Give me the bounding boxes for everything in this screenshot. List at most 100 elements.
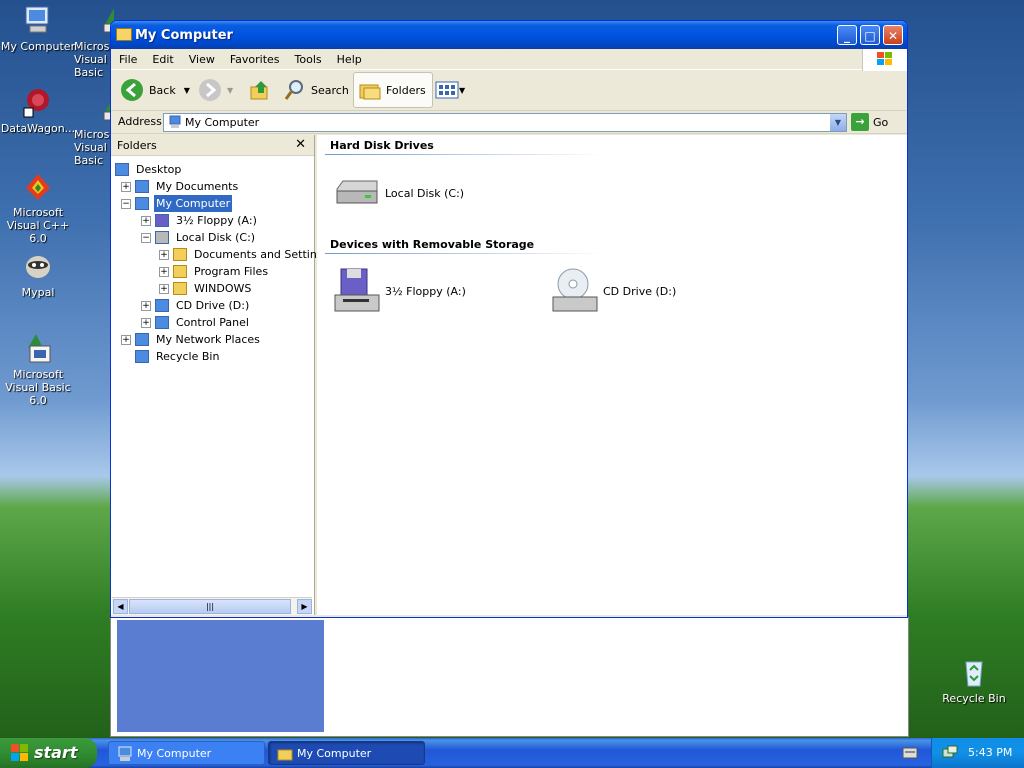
desktop-icon-vb-2[interactable]: Microsoft Visual Basic [74,92,114,167]
up-folder-button[interactable] [249,74,271,106]
title-bar[interactable]: My Computer _ □ ✕ [111,21,907,49]
datawagon-icon [22,86,54,118]
tree-item[interactable]: + Control Panel [111,314,314,331]
taskbar-button-my-computer-2[interactable]: My Computer [268,741,425,765]
scroll-right-button[interactable]: ▶ [297,599,312,614]
desktop-icon-label: Microsoft Visual Basic [74,128,114,167]
desktop-icon-label: Microsoft Visual Basic 6.0 [5,368,71,407]
horizontal-scrollbar[interactable]: ◀ ||| ▶ [112,597,312,615]
search-button[interactable]: Search [283,74,349,106]
tree-item[interactable]: + CD Drive (D:) [111,297,314,314]
views-button[interactable]: ▼ [435,74,465,106]
tree-item[interactable]: Desktop [111,161,314,178]
back-arrow-icon [121,79,143,101]
desktop-icon-datawagon[interactable]: DataWagon... [0,86,76,135]
clock[interactable]: 5:43 PM [968,738,1012,768]
tree-item[interactable]: − My Computer [111,195,314,212]
desktop-icon-mypal[interactable]: Mypal [0,250,76,299]
expand-icon[interactable]: + [159,250,169,260]
my-computer-icon [118,746,132,761]
section-title-removable: Devices with Removable Storage [330,238,535,251]
floppy-icon [155,214,169,227]
tree-item[interactable]: + Program Files [111,263,314,280]
tree-item-label: Desktop [136,163,182,176]
menu-file[interactable]: File [111,49,144,66]
start-button[interactable]: start [0,738,97,768]
close-pane-icon[interactable]: ✕ [295,137,306,152]
tree-item[interactable]: + My Documents [111,178,314,195]
menu-edit[interactable]: Edit [144,49,180,66]
drive-floppy-a[interactable]: 3½ Floppy (A:) [333,267,466,315]
folders-pane-header: Folders ✕ [111,135,314,156]
tree-item[interactable]: Recycle Bin [111,348,314,365]
forward-dropdown-icon[interactable]: ▼ [227,86,233,95]
collapse-icon[interactable]: − [141,233,151,243]
address-dropdown-button[interactable]: ▼ [830,114,846,131]
desktop-icon-vc[interactable]: Microsoft Visual C++ 6.0 [0,170,76,245]
menu-tools[interactable]: Tools [287,49,329,66]
desktop-icon-vb[interactable]: Microsoft Visual Basic [74,4,114,79]
folder-icon [277,749,293,761]
drive-label: 3½ Floppy (A:) [385,284,466,298]
expand-icon[interactable]: + [141,216,151,226]
expand-icon[interactable]: + [121,335,131,345]
minimize-button[interactable]: _ [837,25,857,45]
menu-view[interactable]: View [181,49,222,66]
expand-icon[interactable]: + [141,318,151,328]
expand-icon[interactable]: + [141,301,151,311]
taskbar-button-my-computer-1[interactable]: My Computer [108,741,265,765]
expand-icon[interactable]: + [159,284,169,294]
tree-item-label: 3½ Floppy (A:) [176,214,257,227]
up-folder-icon [250,81,268,100]
search-icon [284,80,303,100]
desktop-icon-my-computer[interactable]: My Computer [0,4,76,53]
tree-item-label: Program Files [194,265,269,278]
desktop-icon-recycle-bin[interactable]: Recycle Bin [936,656,1012,705]
taskbar-button-label: My Computer [297,747,372,760]
tree-item[interactable]: + WINDOWS [111,280,314,297]
tree-item-label: Local Disk (C:) [176,231,256,244]
maximize-button[interactable]: □ [860,25,880,45]
scroll-left-button[interactable]: ◀ [113,599,128,614]
address-label: Address [118,115,162,128]
close-button[interactable]: ✕ [883,25,903,45]
tree-item[interactable]: − Local Disk (C:) [111,229,314,246]
back-button[interactable]: Back ▼ [121,74,190,106]
back-dropdown-icon[interactable]: ▼ [184,86,190,95]
expand-icon[interactable]: + [121,182,131,192]
collapse-icon[interactable]: − [121,199,131,209]
folder-icon [173,248,187,261]
expand-icon[interactable]: + [159,267,169,277]
folders-button[interactable]: Folders [353,72,433,108]
forward-button[interactable]: ▼ [199,74,233,106]
menu-help[interactable]: Help [329,49,369,66]
floppy-icon [334,268,380,312]
drive-local-disk-c[interactable]: Local Disk (C:) [333,177,464,209]
cd-drive-icon [155,299,169,312]
scroll-thumb[interactable]: ||| [129,599,291,614]
section-title-hard-disks: Hard Disk Drives [330,139,434,152]
address-value: My Computer [185,116,260,129]
folder-icon [173,282,187,295]
search-label: Search [311,83,349,97]
tree-item[interactable]: + Documents and Settings [111,246,330,263]
go-button[interactable]: → Go [851,112,888,132]
my-documents-icon [135,180,149,193]
tree-item[interactable]: + My Network Places [111,331,314,348]
tree-item[interactable]: +3½ Floppy (A:) [111,212,314,229]
address-input[interactable]: My Computer ▼ [163,113,847,132]
start-label: start [34,743,78,762]
keyboard-icon[interactable] [902,746,918,760]
mypal-icon [22,250,54,282]
section-divider [325,253,605,254]
menu-favorites[interactable]: Favorites [222,49,287,66]
vb6-icon [22,332,54,364]
views-icon [435,81,459,99]
desktop-icon-vb6[interactable]: Microsoft Visual Basic 6.0 [0,332,76,407]
my-computer-icon [135,197,149,210]
network-tray-icon[interactable] [942,745,958,761]
desktop-icon-label: Mypal [21,286,55,299]
drive-cd-d[interactable]: CD Drive (D:) [551,267,676,315]
folders-label: Folders [386,83,426,97]
control-panel-icon [155,316,169,329]
